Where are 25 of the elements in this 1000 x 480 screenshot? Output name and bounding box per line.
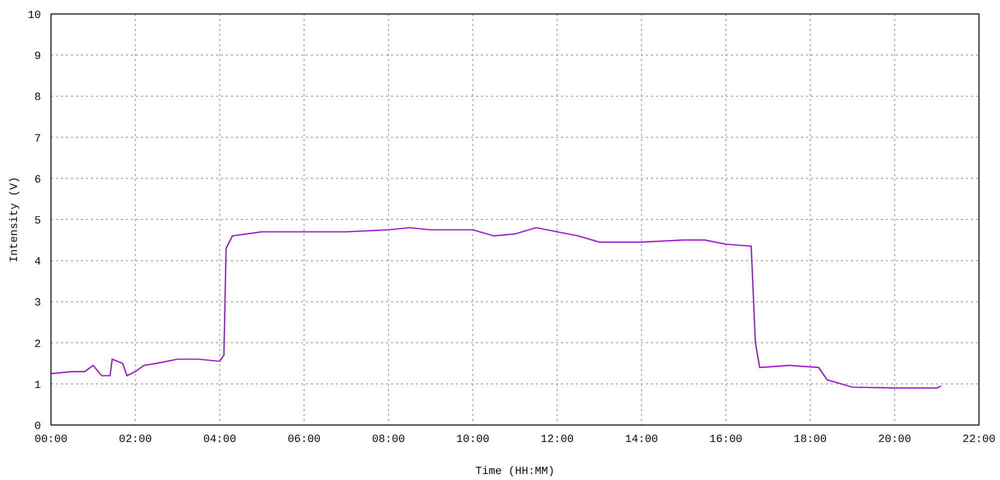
y-tick-label: 5 — [34, 216, 41, 228]
y-tick-label: 4 — [34, 256, 41, 269]
y-tick-label: 8 — [34, 92, 41, 104]
x-tick-label: 02:00 — [118, 434, 152, 446]
y-tick-label: 3 — [34, 298, 41, 310]
x-tick-label: 04:00 — [203, 434, 236, 446]
x-tick-label: 12:00 — [540, 434, 574, 446]
x-tick-label: 08:00 — [372, 434, 405, 446]
x-tick-label: 16:00 — [709, 434, 742, 446]
x-tick-label: 22:00 — [962, 434, 996, 446]
y-tick-label: 1 — [34, 380, 41, 392]
x-axis-title: Time (HH:MM) — [475, 466, 555, 478]
y-tick-label: 6 — [34, 174, 41, 186]
y-axis-title: Intensity (V) — [9, 176, 21, 262]
x-tick-label: 06:00 — [288, 434, 321, 446]
x-tick-label: 14:00 — [625, 434, 658, 446]
y-tick-label: 9 — [34, 51, 41, 64]
x-tick-label: 00:00 — [34, 434, 68, 446]
x-tick-label: 10:00 — [456, 434, 490, 446]
x-tick-label: 18:00 — [794, 434, 827, 446]
y-tick-label: 2 — [34, 338, 41, 351]
y-tick-label: 0 — [34, 421, 41, 433]
y-tick-label: 10 — [28, 10, 41, 22]
y-tick-label: 7 — [34, 133, 41, 146]
x-tick-label: 20:00 — [878, 434, 912, 446]
